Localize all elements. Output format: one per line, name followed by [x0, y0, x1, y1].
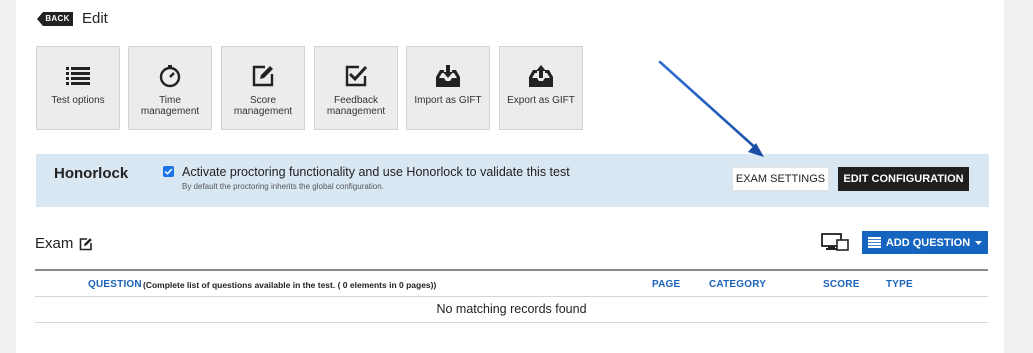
proctoring-hint: By default the proctoring inherits the g… — [182, 182, 384, 191]
exam-settings-button[interactable]: EXAM SETTINGS — [732, 167, 829, 191]
devices-icon[interactable] — [821, 233, 849, 251]
page-title: Edit — [82, 10, 108, 27]
column-header-page[interactable]: PAGE — [652, 279, 680, 290]
tool-label: Export as GIFT — [507, 95, 575, 106]
table-icon — [867, 237, 881, 248]
import-gift-button[interactable]: Import as GIFT — [406, 46, 490, 130]
question-count-note: (Complete list of questions available in… — [143, 280, 437, 290]
stopwatch-icon — [158, 63, 182, 89]
test-options-button[interactable]: Test options — [36, 46, 120, 130]
list-icon — [66, 63, 90, 89]
edit-icon[interactable] — [79, 237, 93, 251]
honorlock-title: Honorlock — [54, 165, 129, 182]
tool-label: Import as GIFT — [414, 95, 482, 106]
table-top-border — [35, 269, 988, 271]
page: BACK Edit Test options Time management S… — [16, 0, 1004, 353]
time-management-button[interactable]: Time management — [128, 46, 212, 130]
add-question-button[interactable]: ADD QUESTION — [862, 231, 988, 254]
row-divider — [35, 322, 988, 323]
column-header-score[interactable]: SCORE — [823, 279, 860, 290]
honorlock-panel: Honorlock Activate proctoring functional… — [36, 154, 989, 207]
back-button[interactable]: BACK — [37, 12, 73, 26]
tool-label: Test options — [51, 95, 105, 106]
export-gift-button[interactable]: Export as GIFT — [499, 46, 583, 130]
inbox-up-icon — [528, 63, 554, 89]
checkbox-icon — [344, 63, 368, 89]
checkmark-icon — [164, 168, 173, 175]
inbox-down-icon — [435, 63, 461, 89]
column-header-category[interactable]: CATEGORY — [709, 279, 766, 290]
tool-label: Score management — [233, 95, 293, 117]
annotation-arrow-icon — [658, 60, 764, 157]
tool-label: Feedback management — [326, 95, 386, 117]
proctoring-checkbox[interactable] — [163, 166, 174, 177]
empty-table-message: No matching records found — [436, 302, 587, 316]
feedback-management-button[interactable]: Feedback management — [314, 46, 398, 130]
score-management-button[interactable]: Score management — [221, 46, 305, 130]
proctoring-label: Activate proctoring functionality and us… — [182, 165, 570, 179]
column-header-question[interactable]: QUESTION — [88, 279, 142, 290]
caret-down-icon — [975, 240, 983, 245]
header-divider — [35, 296, 988, 297]
add-question-label: ADD QUESTION — [885, 236, 971, 249]
column-header-type[interactable]: TYPE — [886, 279, 913, 290]
tool-label: Time management — [140, 95, 200, 117]
edit-square-icon — [251, 63, 275, 89]
exam-title: Exam — [35, 235, 93, 252]
edit-configuration-button[interactable]: EDIT CONFIGURATION — [838, 167, 969, 191]
